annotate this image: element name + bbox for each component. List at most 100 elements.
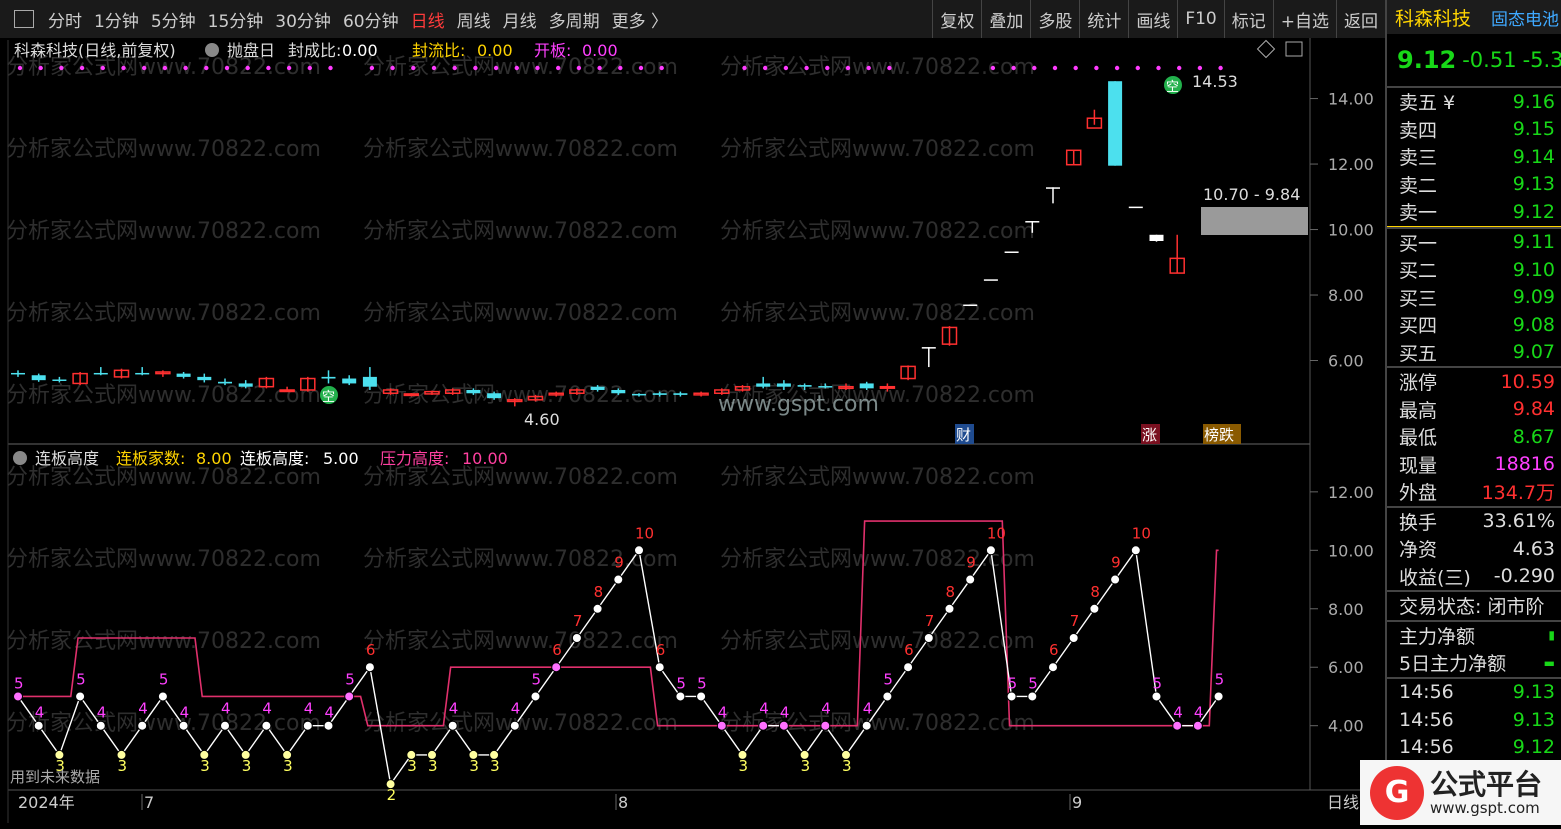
lianban-value: 4 (718, 704, 728, 722)
svg-text:开板:: 开板: (534, 41, 571, 60)
signal-dot (556, 65, 561, 71)
signal-dot (1032, 65, 1037, 71)
signal-dot (17, 65, 23, 71)
lianban-value: 3 (842, 757, 852, 775)
quote-panel: 科森科技 固态电池 9.12 -0.51 -5.3 卖五 ¥9.16 卖四 9.15… (1385, 0, 1561, 825)
buys-row: 买五 9.07 (1399, 341, 1555, 365)
period-tab-3[interactable]: 15分钟 (202, 7, 270, 32)
period-tab-8[interactable]: 月线 (497, 7, 543, 32)
sells-row: 卖一 9.12 (1387, 198, 1561, 227)
lianban-value: 4 (1173, 704, 1183, 722)
signal-dot (431, 65, 437, 71)
price-change: -0.51 (1462, 48, 1517, 72)
candle-body (218, 381, 232, 384)
sub-collapse-icon[interactable] (13, 451, 27, 465)
candle-body (797, 385, 812, 387)
lianban-value: 5 (1028, 674, 1038, 692)
action-button-7[interactable]: +自选 (1272, 0, 1336, 38)
svg-text:连板高度: 连板高度 (35, 449, 99, 468)
candle-body (342, 378, 357, 384)
lianban-value: 4 (180, 704, 190, 722)
svg-text:连板家数:: 连板家数: (116, 449, 185, 468)
lianban-point (1110, 574, 1121, 585)
period-tab-5[interactable]: 60分钟 (337, 7, 405, 32)
lianban-value: 3 (428, 757, 438, 775)
lianban-point (1213, 691, 1224, 702)
lianban-value: 9 (1111, 554, 1121, 572)
candle-body (1149, 234, 1164, 241)
collapse-icon[interactable] (205, 43, 219, 57)
svg-text:0.00: 0.00 (342, 41, 378, 60)
signal-dot (369, 65, 375, 71)
period-tab-7[interactable]: 周线 (451, 7, 497, 32)
main-net5-row[interactable]: 5日主力净额 ▬ (1387, 649, 1561, 677)
bg-watermark: 分析家公式网www.70822.com (363, 301, 678, 326)
action-button-6[interactable]: 标记 (1223, 0, 1273, 38)
signal-dot (328, 65, 333, 71)
lianban-value: 7 (925, 612, 935, 630)
lianban-point (344, 691, 355, 702)
lianban-value: 4 (262, 700, 272, 718)
signal-dot (266, 65, 271, 71)
sector-tag[interactable]: 固态电池 (1491, 5, 1559, 30)
action-button-4[interactable]: 画线 (1128, 0, 1177, 38)
period-tabs: 分时 1分钟 5分钟 15分钟 30分钟 60分钟 日线 周线 月线 多周期 更多 〉 (42, 7, 674, 32)
lianban-value: 5 (532, 670, 542, 688)
lianban-value: 4 (35, 704, 45, 722)
action-button-3[interactable]: 统计 (1079, 0, 1128, 38)
signal-dot (390, 65, 395, 71)
lianban-value: 7 (573, 612, 583, 630)
lianban-value: 5 (883, 670, 893, 688)
bg-watermark: 分析家公式网www.70822.com (6, 547, 321, 572)
bg-watermark: 分析家公式网www.70822.com (720, 301, 1035, 326)
svg-text:涨: 涨 (1142, 426, 1157, 444)
stats1-row: 涨停 10.59 (1399, 370, 1555, 395)
lianban-value: 8 (1090, 583, 1100, 601)
lianban-value: 3 (801, 757, 811, 775)
period-tab-0[interactable]: 分时 (42, 7, 88, 32)
action-button-2[interactable]: 多股 (1030, 0, 1079, 38)
signal-dot (79, 65, 85, 71)
signal-dot (845, 65, 851, 71)
lianban-value: 4 (759, 700, 769, 718)
lianban-value: 8 (594, 583, 604, 601)
signal-dot (473, 65, 478, 71)
period-label: 日线 (1327, 793, 1359, 812)
candle-body (31, 375, 46, 381)
candle-body (652, 393, 667, 395)
stock-name[interactable]: 科森科技 (1395, 4, 1471, 31)
action-button-8[interactable]: 返回 (1336, 0, 1385, 38)
stats-group-2: 换手 33.61% 净资 4.63 收益(三) -0.290 (1387, 505, 1561, 591)
lianban-point (178, 720, 189, 731)
bg-watermark: 分析家公式网www.70822.com (363, 219, 678, 244)
candle-body (776, 383, 791, 387)
bg-watermark: 分析家公式网www.70822.com (720, 137, 1035, 162)
period-tab-4[interactable]: 30分钟 (269, 7, 337, 32)
high-label: 14.53 (1192, 72, 1238, 91)
action-button-5[interactable]: F10 (1177, 0, 1223, 38)
bg-watermark: 分析家公式网www.70822.com (720, 629, 1035, 654)
period-tab-1[interactable]: 1分钟 (88, 7, 145, 32)
buys-row: 买四 9.08 (1399, 313, 1555, 338)
layout-toggle-icon[interactable] (14, 10, 34, 28)
quote-header: 科森科技 固态电池 (1387, 0, 1561, 34)
period-tab-9[interactable]: 多周期 (543, 7, 606, 32)
lianban-value: 4 (1194, 704, 1204, 722)
lianban-value: 6 (904, 641, 914, 659)
lianban-point (654, 662, 665, 673)
signal-dot (1114, 65, 1120, 71)
action-button-1[interactable]: 叠加 (981, 0, 1030, 38)
kline-chart[interactable]: 分析家公式网www.70822.com 分析家公式网www.70822.com 分析… (0, 38, 1385, 825)
stats1-row: 最低 8.67 (1399, 425, 1555, 450)
period-tab-2[interactable]: 5分钟 (145, 7, 202, 32)
action-button-0[interactable]: 复权 (932, 0, 981, 38)
lianban-point (613, 574, 624, 585)
chart-area: 分析家公式网www.70822.com 分析家公式网www.70822.com 分析… (0, 38, 1385, 825)
period-tab-10[interactable]: 更多 〉 (606, 7, 674, 32)
candle-body (983, 279, 998, 281)
signal-dot (183, 65, 188, 71)
candle-body (1025, 221, 1040, 223)
main-net-row[interactable]: 主力净额 ▮ (1387, 619, 1561, 650)
signal-dot (224, 65, 230, 71)
period-tab-6[interactable]: 日线 (405, 7, 451, 32)
